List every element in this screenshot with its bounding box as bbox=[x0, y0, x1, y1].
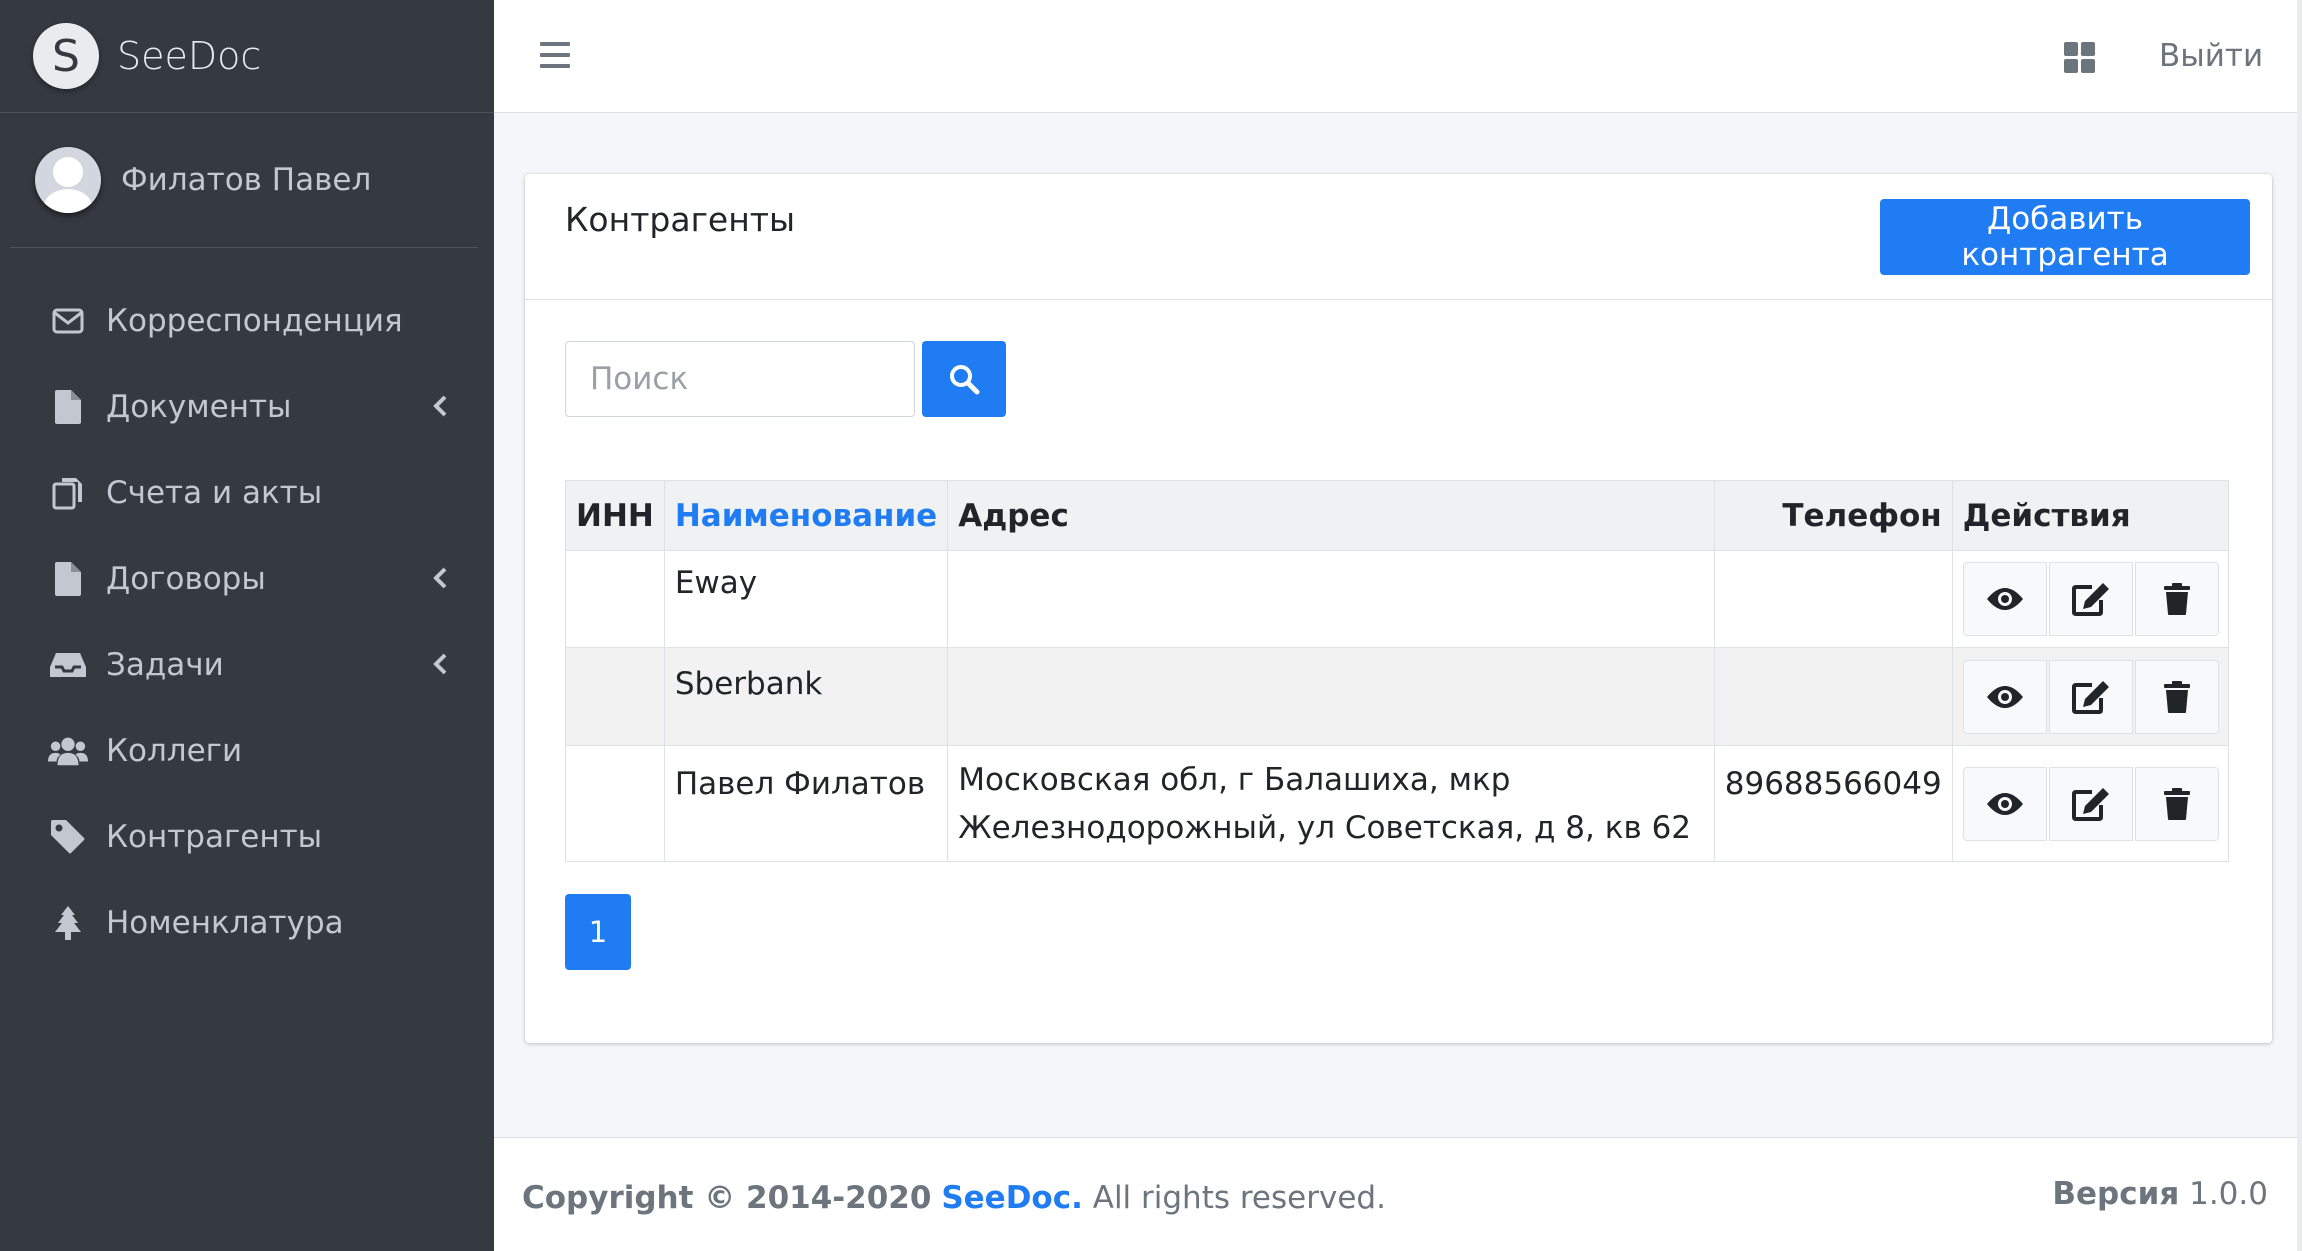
sidebar-item-label: Задачи bbox=[106, 647, 224, 683]
cell-name: Павел Филатов bbox=[663, 745, 949, 862]
sidebar-item-contracts[interactable]: Договоры bbox=[0, 536, 494, 622]
delete-button[interactable] bbox=[2134, 659, 2219, 734]
file-icon bbox=[48, 390, 88, 424]
eye-icon bbox=[1986, 792, 2023, 815]
copyright: Copyright © 2014-2020 SeeDoc. All rights… bbox=[522, 1180, 1386, 1216]
view-button[interactable] bbox=[1962, 562, 2047, 636]
brand-logo: S bbox=[33, 23, 99, 89]
sidebar-item-label: Документы bbox=[106, 389, 292, 425]
table-row: Sberbank bbox=[565, 647, 2230, 746]
trash-icon bbox=[2163, 680, 2190, 713]
trash-icon bbox=[2163, 583, 2190, 615]
eye-icon bbox=[1986, 588, 2023, 610]
cell-address: Московская обл, г Балашиха, мкр Железнод… bbox=[947, 745, 1715, 862]
version-info: Версия 1.0.0 bbox=[2052, 1176, 2268, 1212]
users-icon bbox=[48, 734, 88, 768]
version-label: Версия bbox=[2052, 1176, 2180, 1212]
sidebar: S SeeDoc Филатов Павел Корреспонденция Д… bbox=[0, 0, 494, 1251]
cell-address bbox=[947, 647, 1715, 746]
copyright-prefix: Copyright © 2014-2020 bbox=[522, 1180, 932, 1216]
search-icon bbox=[950, 365, 980, 395]
envelope-icon bbox=[48, 304, 88, 338]
cell-actions bbox=[1951, 647, 2230, 746]
table-header-row: ИНН Наименование Адрес Телефон Действия bbox=[565, 480, 2230, 551]
sidebar-item-counterparties[interactable]: Контрагенты bbox=[0, 794, 494, 880]
chevron-left-icon bbox=[433, 653, 447, 675]
top-navbar: Выйти bbox=[494, 0, 2302, 113]
search-button[interactable] bbox=[922, 341, 1006, 417]
delete-button[interactable] bbox=[2134, 766, 2219, 841]
file-icon bbox=[48, 562, 88, 596]
eye-icon bbox=[1986, 685, 2023, 708]
cell-name: Sberbank bbox=[663, 647, 949, 746]
inbox-icon bbox=[48, 648, 88, 682]
sidebar-item-documents[interactable]: Документы bbox=[0, 364, 494, 450]
table-row: Eway bbox=[565, 550, 2230, 648]
cell-inn bbox=[565, 745, 665, 862]
table-row: Павел Филатов Московская обл, г Балашиха… bbox=[565, 745, 2230, 862]
sidebar-item-label: Номенклатура bbox=[106, 905, 344, 941]
sidebar-item-tasks[interactable]: Задачи bbox=[0, 622, 494, 708]
card-header: Контрагенты Добавить контрагента bbox=[525, 174, 2272, 300]
edit-icon bbox=[2071, 787, 2109, 821]
cell-inn bbox=[565, 550, 665, 648]
view-button[interactable] bbox=[1962, 659, 2047, 734]
sidebar-item-colleagues[interactable]: Коллеги bbox=[0, 708, 494, 794]
hamburger-menu-icon[interactable] bbox=[540, 42, 570, 70]
cell-phone: 89688566049 bbox=[1713, 745, 1953, 862]
copyright-rights: All rights reserved. bbox=[1092, 1180, 1386, 1216]
search-input[interactable] bbox=[565, 341, 915, 417]
add-counterparty-button[interactable]: Добавить контрагента bbox=[1880, 199, 2250, 275]
column-header-address[interactable]: Адрес bbox=[947, 480, 1715, 551]
edit-button[interactable] bbox=[2048, 766, 2133, 841]
user-name: Филатов Павел bbox=[121, 162, 372, 198]
sidebar-item-correspondence[interactable]: Корреспонденция bbox=[0, 278, 494, 364]
tree-icon bbox=[48, 906, 88, 940]
edit-icon bbox=[2071, 583, 2109, 616]
grid-icon[interactable] bbox=[2064, 42, 2096, 74]
trash-icon bbox=[2163, 787, 2190, 820]
view-button[interactable] bbox=[1962, 766, 2047, 841]
cell-phone bbox=[1713, 647, 1953, 746]
tag-icon bbox=[48, 820, 88, 854]
copy-icon bbox=[48, 476, 88, 510]
sidebar-item-nomenclature[interactable]: Номенклатура bbox=[0, 880, 494, 966]
cell-address bbox=[947, 550, 1715, 648]
counterparties-card: Контрагенты Добавить контрагента ИНН Наи… bbox=[525, 174, 2272, 1043]
sidebar-item-label: Корреспонденция bbox=[106, 303, 403, 339]
sidebar-item-label: Договоры bbox=[106, 561, 266, 597]
cell-actions bbox=[1951, 550, 2230, 648]
counterparties-table: ИНН Наименование Адрес Телефон Действия … bbox=[565, 480, 2230, 862]
edit-button[interactable] bbox=[2048, 659, 2133, 734]
version-value: 1.0.0 bbox=[2189, 1176, 2268, 1212]
scrollbar[interactable] bbox=[2297, 0, 2302, 1251]
column-header-actions: Действия bbox=[1951, 480, 2230, 551]
cell-name: Eway bbox=[663, 550, 949, 648]
sidebar-item-label: Контрагенты bbox=[106, 819, 323, 855]
footer-brand-link[interactable]: SeeDoc. bbox=[941, 1180, 1083, 1216]
page-title: Контрагенты bbox=[565, 200, 796, 239]
column-header-phone[interactable]: Телефон bbox=[1713, 480, 1953, 551]
cell-inn bbox=[565, 647, 665, 746]
chevron-left-icon bbox=[433, 395, 447, 417]
sidebar-item-label: Счета и акты bbox=[106, 475, 323, 511]
cell-phone bbox=[1713, 550, 1953, 648]
brand-link[interactable]: S SeeDoc bbox=[0, 0, 494, 113]
edit-icon bbox=[2071, 680, 2109, 714]
sidebar-item-invoices[interactable]: Счета и акты bbox=[0, 450, 494, 536]
column-header-inn[interactable]: ИНН bbox=[565, 480, 665, 551]
column-header-name[interactable]: Наименование bbox=[663, 480, 949, 551]
cell-actions bbox=[1951, 745, 2230, 862]
brand-name: SeeDoc bbox=[117, 34, 262, 78]
sidebar-nav: Корреспонденция Документы Счета и акты Д… bbox=[0, 278, 494, 966]
chevron-left-icon bbox=[433, 567, 447, 589]
user-panel[interactable]: Филатов Павел bbox=[10, 113, 478, 248]
logout-link[interactable]: Выйти bbox=[2159, 38, 2263, 74]
footer: Copyright © 2014-2020 SeeDoc. All rights… bbox=[494, 1137, 2302, 1251]
edit-button[interactable] bbox=[2048, 562, 2133, 636]
sidebar-item-label: Коллеги bbox=[106, 733, 243, 769]
avatar bbox=[35, 147, 101, 213]
delete-button[interactable] bbox=[2134, 562, 2219, 636]
pagination-page-1[interactable]: 1 bbox=[565, 894, 631, 970]
